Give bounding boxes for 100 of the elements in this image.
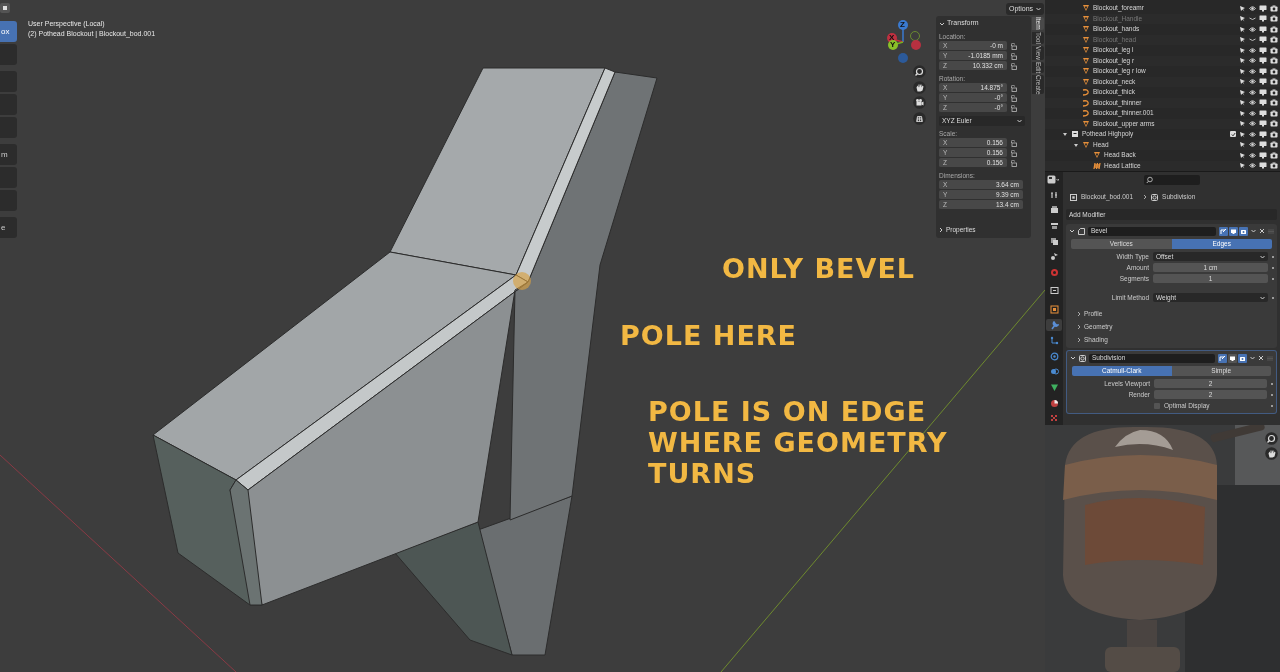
grid-icon[interactable]	[913, 112, 926, 125]
disclosure-icon[interactable]	[1073, 141, 1079, 148]
properties-tab[interactable]	[1046, 318, 1062, 332]
chevron-icon[interactable]	[1070, 355, 1076, 361]
eye-icon[interactable]	[1249, 151, 1256, 159]
tool-button[interactable]: ox	[0, 21, 17, 42]
eye-icon[interactable]	[1249, 25, 1256, 33]
eye-icon[interactable]	[1249, 162, 1256, 170]
camera-icon[interactable]	[1270, 78, 1278, 86]
checkbox[interactable]	[1154, 402, 1160, 409]
monitor-icon[interactable]	[1259, 36, 1267, 44]
eye-icon[interactable]	[1249, 120, 1256, 128]
lock-icon[interactable]	[1010, 104, 1017, 112]
camera-icon[interactable]	[1270, 46, 1278, 54]
chevron-icon[interactable]	[939, 227, 943, 233]
monitor-icon[interactable]	[1259, 130, 1267, 138]
eye-icon[interactable]	[1249, 46, 1256, 54]
axis-label: X	[889, 34, 895, 42]
search-field[interactable]	[1143, 175, 1200, 185]
monitor-icon[interactable]	[1259, 46, 1267, 54]
camera-icon[interactable]	[1270, 162, 1278, 170]
editor-type-icon[interactable]	[0, 3, 10, 13]
camera-icon[interactable]	[1270, 57, 1278, 65]
drag-handle-icon[interactable]	[1267, 355, 1273, 361]
camera-icon[interactable]	[1270, 4, 1278, 12]
camera-icon	[1049, 205, 1059, 215]
render-toggle[interactable]	[1239, 226, 1248, 236]
lock-icon[interactable]	[1010, 94, 1017, 102]
monitor-icon[interactable]	[1259, 109, 1267, 117]
viewport-toggle[interactable]	[1229, 226, 1238, 236]
eye-icon[interactable]	[1249, 4, 1256, 12]
camera-icon[interactable]	[1270, 99, 1278, 107]
tool-button[interactable]: m	[0, 144, 17, 165]
tool-button[interactable]: e	[0, 217, 17, 238]
monitor-icon[interactable]	[1259, 57, 1267, 65]
eye-icon[interactable]	[1249, 141, 1256, 149]
monitor-icon[interactable]	[1259, 4, 1267, 12]
caret-icon	[1017, 119, 1022, 123]
eye-icon[interactable]	[1249, 78, 1256, 86]
camera-icon[interactable]	[1270, 15, 1278, 23]
monitor-icon[interactable]	[1259, 67, 1267, 75]
eye-icon[interactable]	[1249, 130, 1256, 138]
box-icon	[1049, 286, 1059, 296]
camera-icon[interactable]	[1270, 151, 1278, 159]
monitor-icon[interactable]	[1259, 151, 1267, 159]
lock-icon[interactable]	[1010, 62, 1017, 70]
camera-icon[interactable]	[1270, 141, 1278, 149]
closed-eye-icon[interactable]	[1249, 36, 1256, 44]
monitor-icon[interactable]	[1259, 15, 1267, 23]
caret-icon[interactable]	[1250, 356, 1255, 360]
lattice-icon	[1093, 161, 1101, 170]
eye-icon[interactable]	[1249, 88, 1256, 96]
eye-icon[interactable]	[1249, 67, 1256, 75]
closed-eye-icon[interactable]	[1249, 15, 1256, 23]
edit-mode-toggle[interactable]	[1219, 226, 1228, 236]
monitor-icon[interactable]	[1259, 120, 1267, 128]
camera-icon[interactable]	[1270, 130, 1278, 138]
lock-icon[interactable]	[1010, 149, 1017, 157]
close-icon[interactable]	[1258, 355, 1264, 361]
camera-icon[interactable]	[1270, 67, 1278, 75]
hand-icon[interactable]	[913, 81, 926, 94]
checker-icon	[1049, 414, 1059, 424]
monitor-icon[interactable]	[1259, 162, 1267, 170]
orbit-icon	[1049, 351, 1059, 361]
camera-icon[interactable]	[1270, 25, 1278, 33]
lock-icon[interactable]	[1010, 52, 1017, 60]
exclude-checkbox[interactable]	[1230, 131, 1236, 138]
zoom-icon[interactable]	[913, 65, 926, 78]
edit-mode-toggle[interactable]	[1218, 353, 1227, 363]
camera-icon[interactable]	[1270, 109, 1278, 117]
lock-icon[interactable]	[1010, 159, 1017, 167]
monitor-icon[interactable]	[1259, 88, 1267, 96]
eye-icon[interactable]	[1249, 57, 1256, 65]
close-icon[interactable]	[1259, 228, 1265, 234]
monitor-icon[interactable]	[1259, 141, 1267, 149]
monitor-icon[interactable]	[1259, 25, 1267, 33]
disclosure-icon[interactable]	[1062, 131, 1068, 138]
render-toggle[interactable]	[1238, 353, 1247, 363]
hand-icon[interactable]	[1265, 447, 1278, 460]
camera-icon[interactable]	[1270, 120, 1278, 128]
camera-icon[interactable]	[1270, 88, 1278, 96]
annotation-text: POLE HERE	[620, 320, 798, 351]
viewport-toggle[interactable]	[1228, 353, 1237, 363]
editor-type-icon[interactable]	[1047, 175, 1059, 184]
monitor-icon[interactable]	[1259, 78, 1267, 86]
drag-handle-icon[interactable]	[1268, 228, 1274, 234]
chevron-icon[interactable]	[1069, 228, 1075, 234]
zoom-icon[interactable]	[1265, 432, 1278, 445]
caret-icon[interactable]	[1251, 229, 1256, 233]
camera-icon[interactable]	[913, 96, 926, 109]
lock-icon[interactable]	[1010, 84, 1017, 92]
eye-icon[interactable]	[1249, 109, 1256, 117]
eye-icon[interactable]	[1249, 99, 1256, 107]
chevron-icon	[1143, 194, 1148, 200]
camera-icon[interactable]	[1270, 36, 1278, 44]
caret-icon	[1260, 254, 1265, 259]
lock-icon[interactable]	[1010, 139, 1017, 147]
lock-icon[interactable]	[1010, 42, 1017, 50]
chevron-icon[interactable]	[939, 20, 945, 27]
monitor-icon[interactable]	[1259, 99, 1267, 107]
